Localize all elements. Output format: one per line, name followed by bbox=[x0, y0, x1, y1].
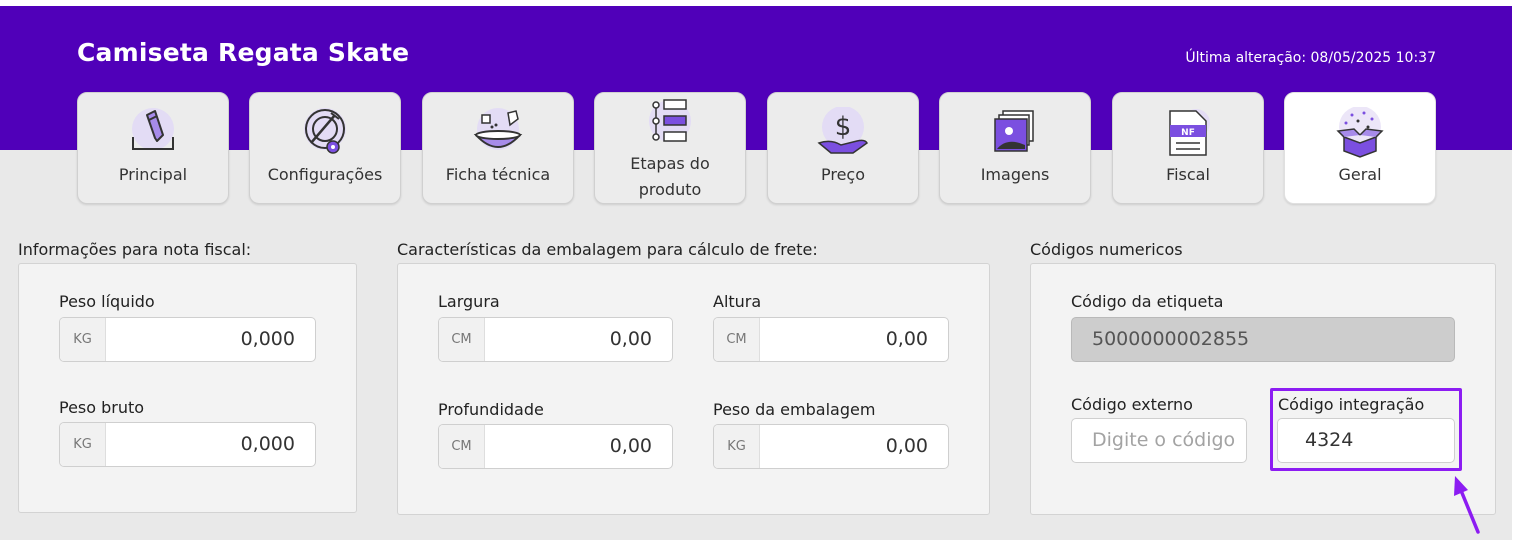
product-title: Camiseta Regata Skate bbox=[77, 38, 410, 67]
unit-addon: KG bbox=[60, 318, 106, 361]
altura-label: Altura bbox=[713, 292, 762, 311]
tab-label: Fiscal bbox=[1166, 165, 1210, 184]
open-box-icon bbox=[1330, 107, 1390, 159]
tab-imagens[interactable]: Imagens bbox=[939, 92, 1091, 204]
profundidade-label: Profundidade bbox=[438, 400, 544, 419]
unit-addon: CM bbox=[439, 425, 485, 468]
tab-configuracoes[interactable]: Configurações bbox=[249, 92, 401, 204]
tab-fiscal[interactable]: NF Fiscal bbox=[1112, 92, 1264, 204]
plate-gear-icon bbox=[295, 107, 355, 159]
tab-label: Geral bbox=[1338, 165, 1382, 184]
tab-label: Principal bbox=[118, 165, 188, 184]
right-edge bbox=[1512, 0, 1516, 540]
codigo-externo-label: Código externo bbox=[1071, 395, 1193, 414]
field-value: 5000000002855 bbox=[1092, 328, 1250, 350]
last-modified-text: Última alteração: 08/05/2025 10:37 bbox=[1185, 50, 1436, 66]
steps-list-icon bbox=[640, 97, 700, 149]
pencil-edit-icon bbox=[123, 107, 183, 159]
tab-label: Configurações bbox=[267, 165, 383, 184]
svg-text:$: $ bbox=[835, 112, 852, 142]
unit-addon: KG bbox=[714, 425, 760, 468]
highlight-box bbox=[1270, 388, 1462, 471]
largura-label: Largura bbox=[438, 292, 500, 311]
peso-liquido-field[interactable]: KG 0,000 bbox=[59, 317, 316, 362]
embalagem-section-title: Características da embalagem para cálcul… bbox=[397, 240, 818, 259]
codigos-section-title: Códigos numericos bbox=[1030, 240, 1183, 259]
tab-label: Etapas do produto bbox=[630, 154, 710, 199]
profundidade-field[interactable]: CM 0,00 bbox=[438, 424, 673, 469]
tab-principal[interactable]: Principal bbox=[77, 92, 229, 204]
pointer-arrow-icon bbox=[1446, 474, 1486, 536]
peso-embalagem-field[interactable]: KG 0,00 bbox=[713, 424, 949, 469]
largura-field[interactable]: CM 0,00 bbox=[438, 317, 673, 362]
field-value: 0,00 bbox=[885, 435, 928, 457]
unit-addon: CM bbox=[439, 318, 485, 361]
tab-geral[interactable]: Geral bbox=[1284, 92, 1436, 204]
altura-field[interactable]: CM 0,00 bbox=[713, 317, 949, 362]
field-value: 0,000 bbox=[240, 433, 295, 455]
nf-document-icon: NF bbox=[1158, 107, 1218, 159]
recipe-bowl-icon bbox=[468, 107, 528, 159]
field-value: 0,00 bbox=[885, 328, 928, 350]
nota-fiscal-section-title: Informações para nota fiscal: bbox=[18, 240, 252, 259]
peso-embalagem-label: Peso da embalagem bbox=[713, 400, 876, 419]
tab-label: Preço bbox=[820, 165, 866, 184]
svg-text:NF: NF bbox=[1181, 128, 1195, 138]
field-value: 0,000 bbox=[240, 328, 295, 350]
field-placeholder: Digite o código bbox=[1092, 429, 1236, 451]
peso-liquido-label: Peso líquido bbox=[59, 292, 155, 311]
peso-bruto-field[interactable]: KG 0,000 bbox=[59, 422, 316, 467]
product-page: Camiseta Regata Skate Última alteração: … bbox=[0, 0, 1516, 540]
field-value: 0,00 bbox=[609, 328, 652, 350]
tab-etapas-produto[interactable]: Etapas do produto bbox=[594, 92, 746, 204]
peso-bruto-label: Peso bruto bbox=[59, 398, 145, 417]
dollar-hand-icon: $ bbox=[813, 107, 873, 159]
tab-label: Imagens bbox=[980, 165, 1050, 184]
unit-addon: KG bbox=[60, 423, 106, 466]
field-value: 0,00 bbox=[609, 435, 652, 457]
codigo-etiqueta-field: 5000000002855 bbox=[1071, 317, 1455, 362]
tab-preco[interactable]: $ Preço bbox=[767, 92, 919, 204]
codigo-etiqueta-label: Código da etiqueta bbox=[1071, 292, 1224, 311]
codigo-externo-input[interactable]: Digite o código bbox=[1071, 418, 1247, 463]
unit-addon: CM bbox=[714, 318, 760, 361]
tab-label: Ficha técnica bbox=[445, 165, 551, 184]
images-icon bbox=[985, 107, 1045, 159]
tab-ficha-tecnica[interactable]: Ficha técnica bbox=[422, 92, 574, 204]
